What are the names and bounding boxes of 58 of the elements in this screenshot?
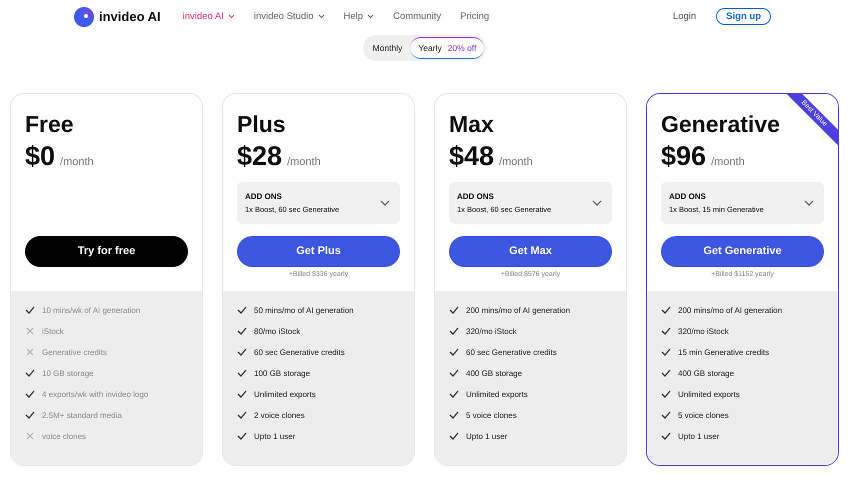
plan-price: $0 [25,142,56,172]
feature-text: 320/mo iStock [466,326,517,336]
nav-link[interactable]: invideo AI [182,11,235,22]
feature-text: Upto 1 user [254,432,296,440]
feature-text: 60 sec Generative credits [466,348,557,356]
nav-link[interactable]: Community [393,11,442,22]
billing-tab[interactable]: Monthly [364,37,410,59]
nav-link[interactable]: invideo Studio [254,11,325,22]
plan-name: Generative [661,112,780,138]
plan-name: Plus [237,112,286,138]
price-period: /month [60,156,94,168]
feature-text: Generative credits [42,348,107,356]
feature-text: 2 voice clones [254,410,305,420]
feature-text: Upto 1 user [466,432,508,440]
feature-text: 80/mo iStock [254,326,300,336]
feature-text: 15 min Generative credits [678,348,770,356]
plan-name: Free [25,112,74,138]
feature-text: 50 mins/mo of AI generation [254,306,354,314]
feature-text: 10 mins/wk of AI generation [42,306,140,314]
feature-text: 200 mins/mo of AI generation [678,306,782,314]
plan-price: $28 [237,142,282,172]
price-period: /month [711,156,745,168]
nav-link[interactable]: Pricing [460,11,490,22]
caret-icon [380,200,390,206]
plan-price: $96 [661,142,706,172]
plan-button[interactable]: Get Max [449,236,612,267]
feature-text: iStock [42,326,64,336]
feature-text: 100 GB storage [254,368,310,378]
plan-button[interactable]: Get Generative [661,236,824,267]
feature-text: 60 sec Generative credits [254,348,345,356]
plan-button[interactable]: Get Plus [237,236,400,267]
feature-text: 10 GB storage [42,368,94,378]
feature-text: 5 voice clones [466,410,517,420]
feature-text: Unlimited exports [678,390,740,398]
login-link[interactable]: Login [672,11,696,22]
feature-text: 320/mo iStock [678,326,729,336]
signup-button[interactable]: Sign up [716,8,771,25]
feature-text: 5 voice clones [678,410,729,420]
nav-link[interactable]: Help [344,11,374,22]
feature-text: 400 GB storage [466,368,522,378]
feature-text: Upto 1 user [678,432,720,440]
feature-text: 4 exports/wk with invideo logo [42,390,148,398]
feature-text: Unlimited exports [254,390,316,398]
feature-text: Unlimited exports [466,390,528,398]
logo-icon[interactable] [73,6,95,28]
feature-text: 400 GB storage [678,368,734,378]
caret-icon [592,200,602,206]
billing-tab[interactable]: Yearly 20% off [410,37,484,59]
price-period: /month [287,156,321,168]
feature-text: voice clones [42,432,86,440]
feature-text: 2.5M+ standard media [42,410,122,420]
plan-name: Max [449,112,494,138]
caret-icon [804,200,814,206]
feature-text: 200 mins/mo of AI generation [466,306,570,314]
plan-button[interactable]: Try for free [25,236,188,267]
plan-price: $48 [449,142,494,172]
price-period: /month [499,156,533,168]
brand-name[interactable]: invideo AI [99,9,161,24]
